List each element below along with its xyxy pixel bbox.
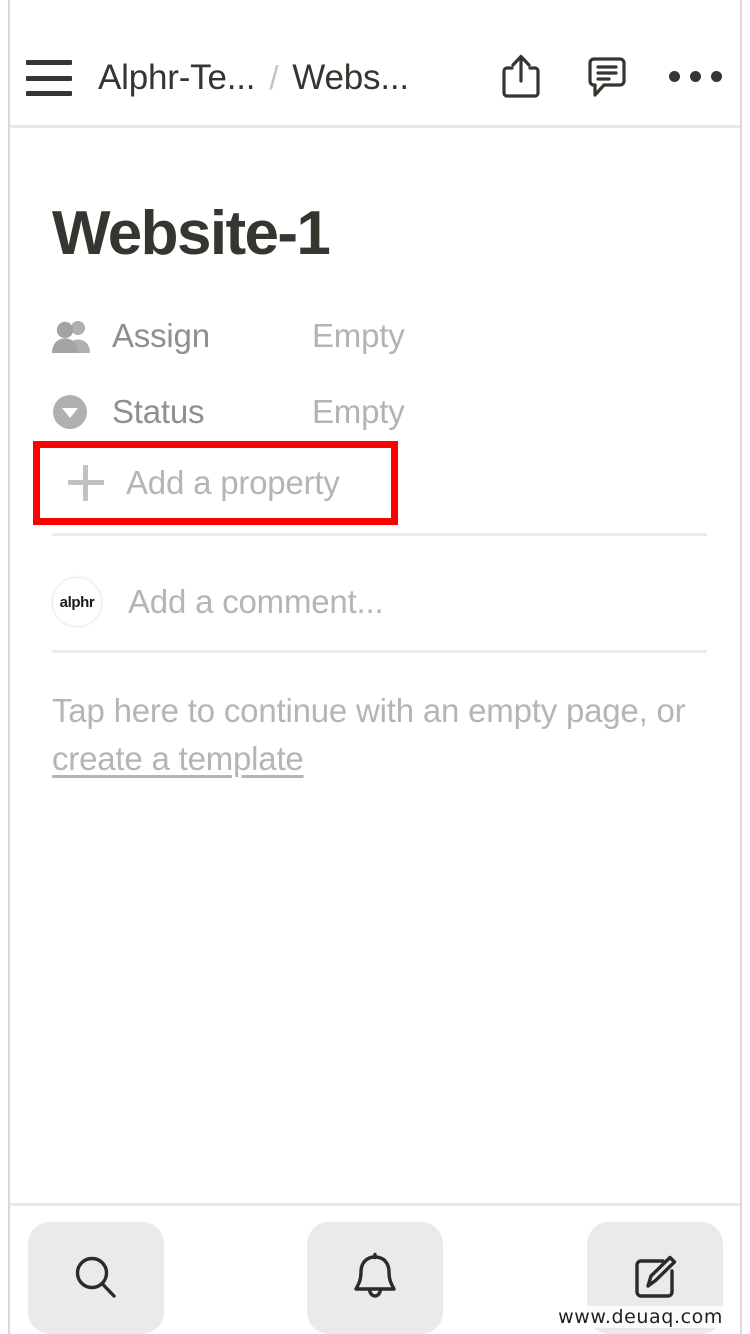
- property-row-status[interactable]: Status Empty: [52, 383, 692, 441]
- breadcrumb-current[interactable]: Webs...: [292, 58, 409, 98]
- breadcrumb-parent[interactable]: Alphr-Te...: [98, 58, 256, 98]
- frame-edge-right: [740, 0, 742, 1334]
- updates-tab[interactable]: [307, 1222, 443, 1334]
- app-header: Alphr-Te... / Webs...: [10, 0, 740, 128]
- share-icon[interactable]: [497, 50, 545, 102]
- status-chevron-icon: [52, 394, 98, 430]
- hamburger-bar: [26, 91, 72, 96]
- page-title[interactable]: Website-1: [52, 203, 331, 265]
- plus-icon: [68, 465, 104, 501]
- avatar: alphr: [52, 577, 102, 627]
- add-property-label: Add a property: [126, 464, 340, 501]
- add-property-button[interactable]: Add a property: [33, 441, 398, 525]
- empty-page-text: Tap here to continue with an empty page,…: [52, 692, 686, 729]
- more-options-icon[interactable]: [669, 50, 722, 102]
- breadcrumb: Alphr-Te... / Webs...: [98, 58, 409, 98]
- add-comment-placeholder[interactable]: Add a comment...: [128, 583, 384, 621]
- dot: [669, 70, 680, 82]
- comment-icon[interactable]: [583, 50, 631, 102]
- hamburger-menu-icon[interactable]: [26, 60, 72, 96]
- divider: [52, 650, 707, 653]
- bottom-tab-bar: www.deuaq.com: [10, 1203, 740, 1334]
- create-template-link[interactable]: create a template: [52, 740, 304, 777]
- add-comment-row[interactable]: alphr Add a comment...: [52, 571, 707, 633]
- divider: [52, 533, 707, 536]
- phone-screen: Alphr-Te... / Webs... Website-1 Assign E…: [0, 0, 750, 1334]
- property-value-status[interactable]: Empty: [312, 393, 405, 431]
- empty-page-prompt[interactable]: Tap here to continue with an empty page,…: [52, 687, 702, 783]
- people-icon: [52, 319, 98, 353]
- property-label-status: Status: [112, 393, 205, 430]
- hamburger-bar: [26, 75, 72, 81]
- breadcrumb-separator: /: [269, 59, 279, 96]
- property-label-assign: Assign: [112, 317, 210, 354]
- compose-tab[interactable]: [587, 1222, 723, 1334]
- header-actions: [497, 50, 722, 102]
- page-body: Website-1 Assign Empty Status Empty Add …: [10, 131, 740, 1203]
- property-value-assign[interactable]: Empty: [312, 317, 405, 355]
- dot: [690, 70, 701, 82]
- search-tab[interactable]: [28, 1222, 164, 1334]
- hamburger-bar: [26, 60, 72, 65]
- property-row-assign[interactable]: Assign Empty: [52, 307, 692, 365]
- dot: [711, 70, 722, 82]
